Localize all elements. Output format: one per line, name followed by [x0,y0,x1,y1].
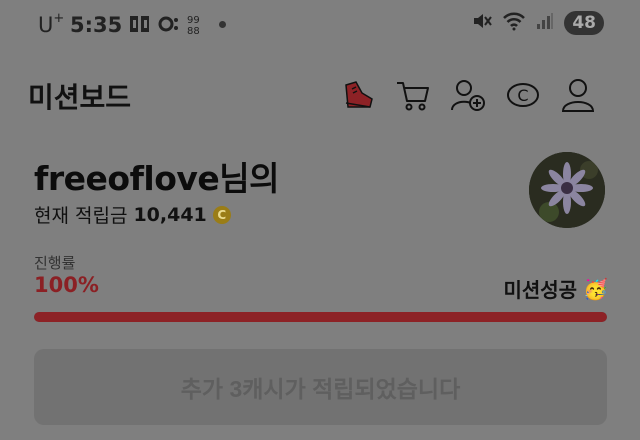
status-time: 5:35 [70,13,123,37]
shoe-icon[interactable] [340,76,376,114]
page-title: 미션보드 [28,81,132,114]
app-notification-icon-3: 99 88 [187,13,205,39]
app-notification-icon [129,14,151,38]
coin-badge-icon: C [212,205,231,224]
progress-value: 100% [34,273,99,297]
cart-icon[interactable] [395,76,431,114]
points-value: 10,441 [133,203,207,226]
header-actions: C [340,76,596,114]
wifi-icon [502,11,526,35]
progress-label: 진행률 [34,254,76,272]
progress-bar [34,312,607,322]
svg-text:C: C [517,86,528,105]
carrier-label: U+ [38,11,65,37]
mission-status: 미션성공 🥳 [503,274,608,303]
user-greeting: freeoflove님의 [34,159,280,198]
party-emoji-icon: 🥳 [583,276,608,301]
svg-text:88: 88 [187,26,200,35]
mission-status-label: 미션성공 [503,278,578,302]
svg-text:99: 99 [187,15,200,26]
add-friend-icon[interactable] [450,76,486,114]
coin-icon[interactable]: C [505,76,541,114]
signal-icon [536,12,554,34]
profile-icon[interactable] [560,76,596,114]
notification-dot [219,21,226,28]
avatar[interactable] [529,152,605,228]
points-label: 현재 적립금 [34,205,128,227]
points-summary: 현재 적립금 10,441 C [34,201,231,228]
progress-bar-fill [34,312,607,322]
app-notification-icon-2 [158,14,180,38]
battery-indicator: 48 [564,11,604,35]
reward-button[interactable]: 추가 3캐시가 적립되었습니다 [34,349,607,425]
status-bar: U+ 5:35 99 88 48 [0,0,640,50]
mute-icon [472,11,493,35]
